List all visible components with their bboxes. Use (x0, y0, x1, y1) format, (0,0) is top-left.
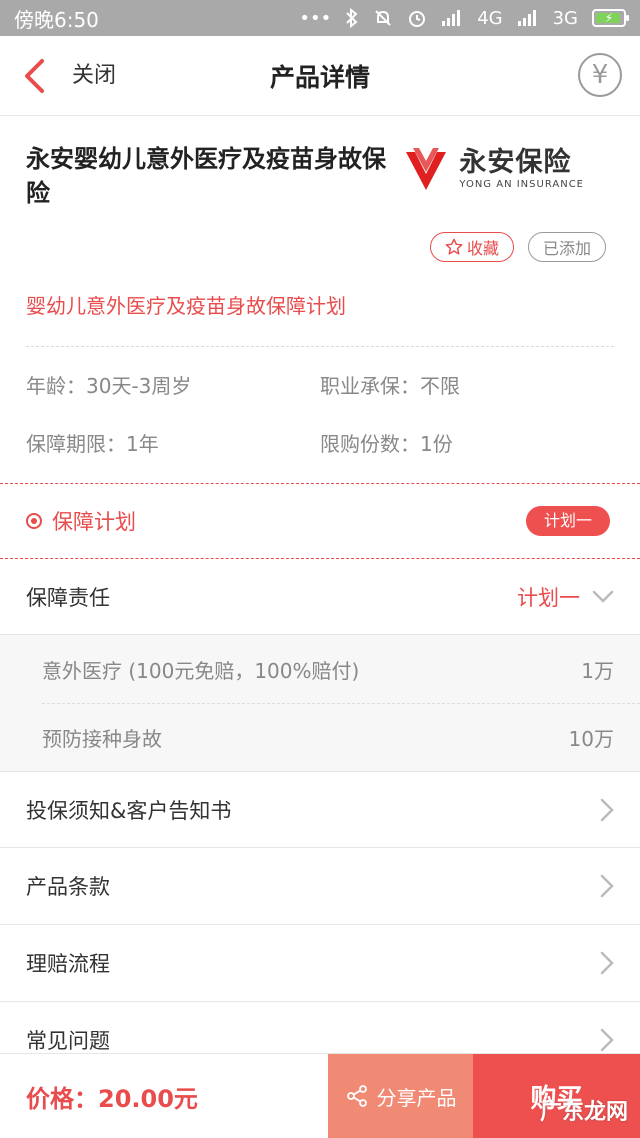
watermark-text: 广东龙网 (539, 1100, 628, 1125)
radio-selected-icon (26, 513, 42, 529)
favorite-label: 收藏 (466, 239, 499, 258)
link-claims[interactable]: 理赔流程 (0, 925, 640, 1002)
chevron-down-icon (592, 590, 614, 603)
product-title: 永安婴幼儿意外医疗及疫苗身故保险 (26, 145, 386, 207)
coverage-item-amount: 1万 (581, 658, 614, 683)
close-button[interactable]: 关闭 (72, 36, 116, 116)
plan-option-button[interactable]: 计划一 (525, 506, 610, 536)
price-label: 价格：20.00元 (26, 1084, 198, 1113)
link-notice[interactable]: 投保须知&客户告知书 (0, 771, 640, 848)
status-time: 傍晚6:50 (14, 7, 99, 32)
favorite-button[interactable]: 收藏 (429, 232, 514, 262)
network-4g-label: 4G (477, 7, 503, 29)
coverage-item-name: 意外医疗 (100元免赔，100%赔付) (42, 658, 360, 683)
coverage-item-amount: 10万 (568, 727, 614, 751)
product-subtitle: 婴幼儿意外医疗及疫苗身故保障计划 (26, 294, 346, 318)
coverage-label: 保障责任 (26, 585, 110, 610)
battery-icon: ⚡ (592, 9, 629, 27)
plan-label: 保障计划 (52, 510, 136, 534)
product-header: 永安婴幼儿意外医疗及疫苗身故保险 永安保险 YONG AN INSURANCE … (0, 116, 640, 286)
info-links: 投保须知&客户告知书 产品条款 理赔流程 常见问题 (0, 771, 640, 1079)
attr-occupation: 职业承保：不限 (320, 374, 460, 398)
watermark: 广东龙网 (540, 1094, 628, 1126)
status-icons: ••• 4G 3G ⚡ (299, 7, 629, 29)
mute-icon (373, 8, 393, 28)
coverage-list: 意外医疗 (100元免赔，100%赔付) 1万 预防接种身故 10万 (0, 635, 640, 771)
coverage-item: 预防接种身故 10万 (42, 703, 640, 771)
attr-period: 保障期限：1年 (26, 432, 159, 456)
nav-bar: 关闭 产品详情 ¥ (0, 36, 640, 116)
coverage-item: 意外医疗 (100元免赔，100%赔付) 1万 (42, 635, 640, 703)
coverage-plan-dropdown[interactable]: 计划一 (517, 582, 614, 612)
insurer-logo: 永安保险 YONG AN INSURANCE (403, 146, 584, 192)
chevron-right-icon (600, 798, 614, 821)
added-label: 已添加 (542, 239, 591, 258)
bluetooth-icon (345, 8, 359, 28)
yen-icon: ¥ (591, 60, 609, 90)
added-button[interactable]: 已添加 (527, 232, 606, 262)
link-label: 常见问题 (26, 1029, 110, 1053)
chevron-right-icon (600, 951, 614, 975)
yen-button[interactable]: ¥ (578, 53, 622, 97)
signal-icon (441, 9, 463, 27)
share-button[interactable]: 分享产品 (328, 1054, 473, 1138)
network-3g-label: 3G (552, 7, 578, 29)
chevron-right-icon (600, 1028, 614, 1052)
link-label: 理赔流程 (26, 952, 110, 976)
chevron-left-icon (25, 59, 44, 93)
attr-age: 年龄：30天-3周岁 (26, 374, 192, 398)
insurer-logo-en: YONG AN INSURANCE (459, 178, 584, 190)
product-attributes: 年龄：30天-3周岁 职业承保：不限 保障期限：1年 限购份数：1份 (0, 347, 640, 483)
more-dots-icon: ••• (299, 7, 332, 29)
insurer-logo-name: 永安保险 (459, 146, 572, 178)
share-label: 分享产品 (376, 1085, 457, 1110)
status-bar: 傍晚6:50 ••• 4G 3G ⚡ (0, 0, 640, 36)
bottom-action-bar: 价格：20.00元 分享产品 购买 广东龙网 (0, 1053, 640, 1138)
product-tags: 收藏 已添加 (429, 232, 606, 262)
link-label: 产品条款 (26, 875, 110, 899)
chevron-right-icon (600, 874, 614, 898)
coverage-item-name: 预防接种身故 (42, 727, 162, 751)
insurer-logo-icon (406, 148, 447, 190)
share-icon (346, 1085, 367, 1107)
link-label: 投保须知&客户告知书 (26, 798, 232, 823)
attr-limit: 限购份数：1份 (320, 432, 453, 456)
coverage-plan-value: 计划一 (517, 585, 580, 610)
link-terms[interactable]: 产品条款 (0, 848, 640, 925)
signal-icon (517, 9, 539, 27)
plan-selector: 保障计划 计划一 (0, 483, 640, 559)
star-icon (445, 238, 463, 255)
alarm-icon (407, 8, 427, 28)
back-button[interactable] (22, 58, 56, 94)
coverage-header[interactable]: 保障责任 计划一 (0, 559, 640, 635)
